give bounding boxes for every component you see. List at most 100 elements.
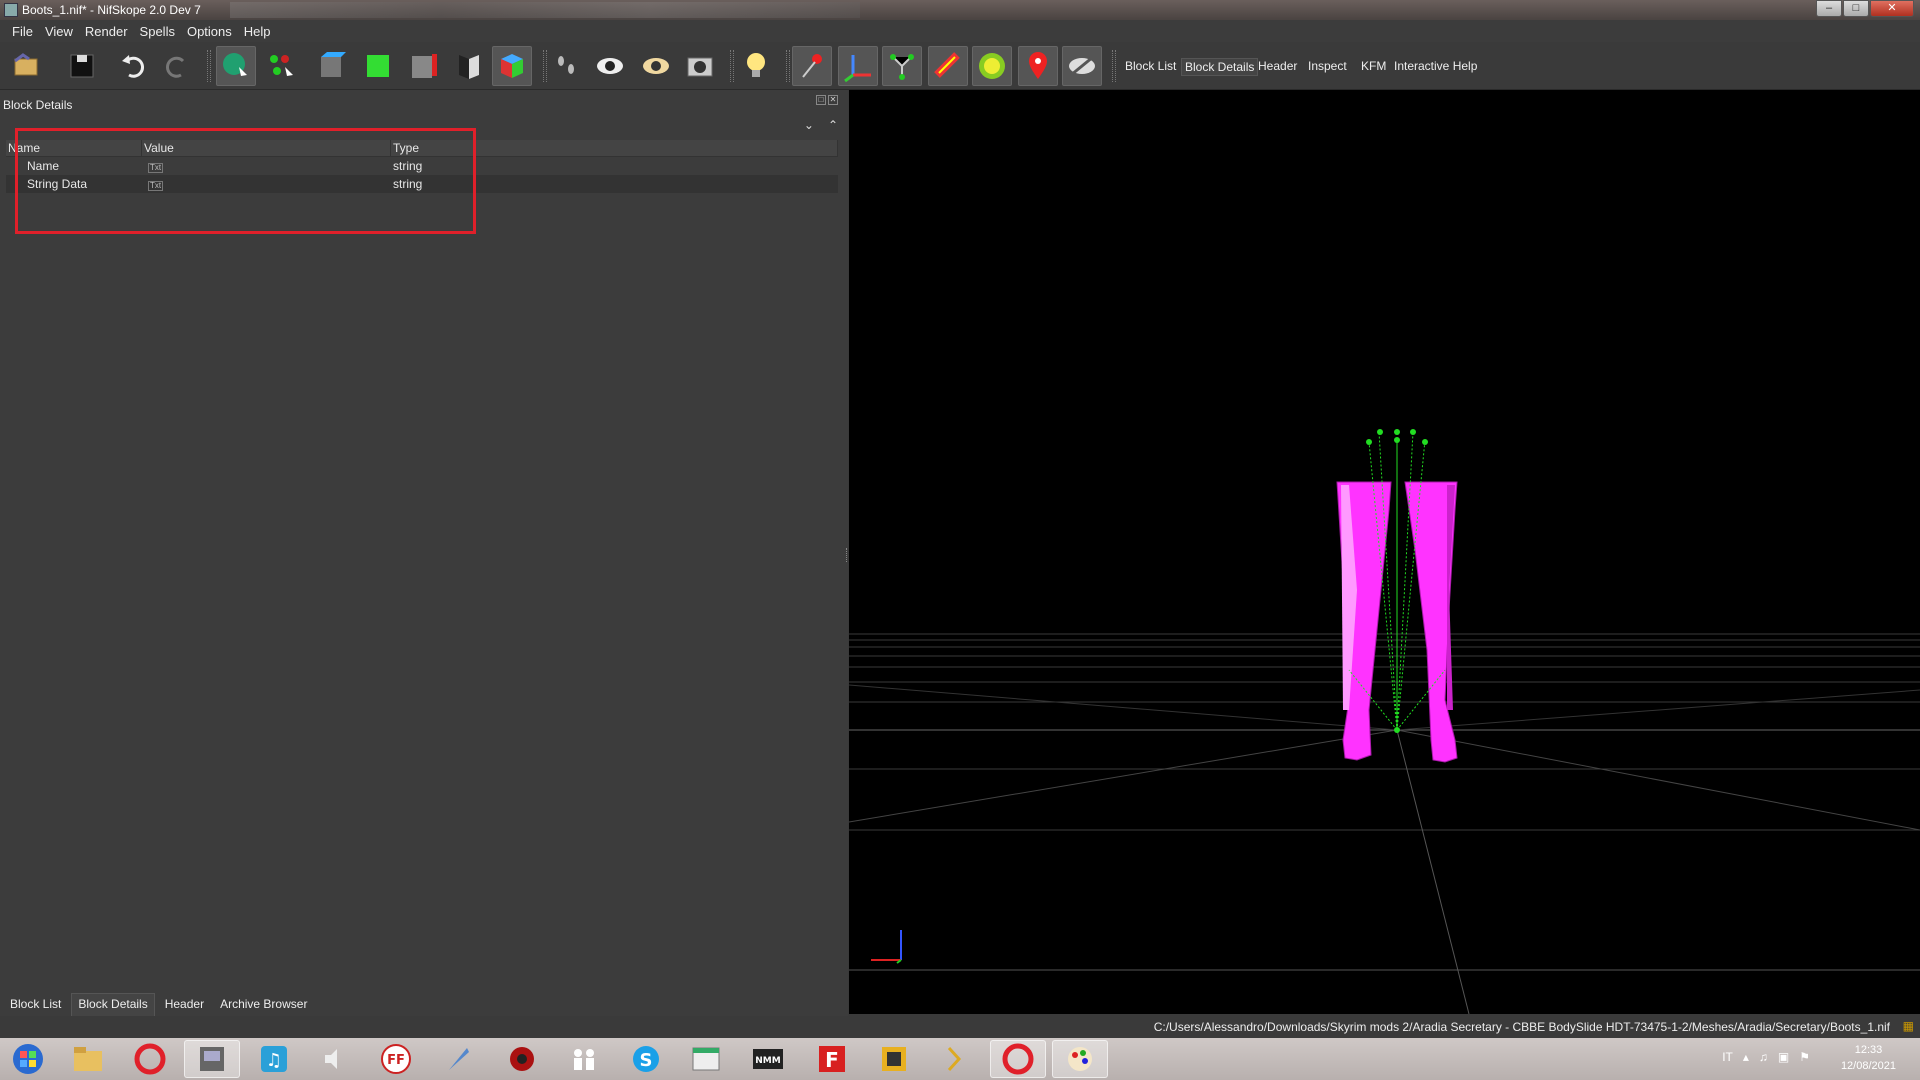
volume-icon[interactable]: ♫: [1759, 1050, 1768, 1064]
redo-icon[interactable]: [156, 46, 196, 86]
tab-archive-browser[interactable]: Archive Browser: [214, 994, 313, 1016]
scene-render: [849, 429, 1920, 1014]
tab-block-list[interactable]: Block List: [4, 994, 67, 1016]
constraints-icon[interactable]: [928, 46, 968, 86]
spider-icon[interactable]: [494, 1040, 550, 1078]
menu-help[interactable]: Help: [238, 24, 277, 39]
dock-link-header[interactable]: Header: [1255, 58, 1300, 74]
table-row[interactable]: String Data Txt string: [6, 175, 838, 193]
skype-icon[interactable]: S: [618, 1040, 674, 1078]
tab-header[interactable]: Header: [159, 994, 210, 1016]
dock-link-kfm[interactable]: KFM: [1358, 58, 1389, 74]
table-row[interactable]: Name Txt string: [6, 157, 838, 175]
app-icon[interactable]: [184, 1040, 240, 1078]
camera-icon[interactable]: [680, 46, 720, 86]
clock-time: 12:33: [1854, 1044, 1883, 1056]
3d-viewport[interactable]: [849, 90, 1920, 1014]
taskbar: ♫ FF S NMM F IT ▴ ♫ ▣ ⚑ 12:33 12/08/2021: [0, 1038, 1920, 1080]
load-icon[interactable]: [8, 46, 48, 86]
windows-start-icon[interactable]: [0, 1040, 56, 1078]
background-browser-tabs: [230, 2, 860, 18]
arrow-icon[interactable]: [926, 1040, 982, 1078]
f-icon[interactable]: F: [804, 1040, 860, 1078]
tab-block-details[interactable]: Block Details: [71, 993, 155, 1016]
undo-icon[interactable]: [114, 46, 154, 86]
select-vertex-icon[interactable]: [262, 46, 302, 86]
file-path: C:/Users/Alessandro/Downloads/Skyrim mod…: [1153, 1020, 1890, 1034]
select-object-icon[interactable]: [216, 46, 256, 86]
red-cube-icon[interactable]: [404, 46, 444, 86]
minimize-button[interactable]: –: [1816, 0, 1842, 17]
hidden-eye-icon[interactable]: [1062, 46, 1102, 86]
system-tray: IT ▴ ♫ ▣ ⚑: [1722, 1050, 1810, 1064]
paint-icon[interactable]: [1052, 1040, 1108, 1078]
file-icon: ▦: [1902, 1019, 1914, 1033]
text-type-icon: Txt: [148, 163, 164, 173]
pin-icon[interactable]: [792, 46, 832, 86]
maximize-button[interactable]: □: [1843, 0, 1869, 17]
clock[interactable]: 12:33 12/08/2021: [1841, 1042, 1896, 1074]
menu-file[interactable]: File: [6, 24, 39, 39]
table-header: Name Value Type: [6, 140, 838, 157]
collapse-all-icon[interactable]: ⌃: [828, 118, 838, 132]
dock-link-interactive-help[interactable]: Interactive Help: [1391, 58, 1480, 74]
menu-render[interactable]: Render: [79, 24, 134, 39]
row-name: Name: [27, 159, 60, 173]
axes-icon[interactable]: [838, 46, 878, 86]
save-icon[interactable]: [62, 46, 102, 86]
opera-active-icon[interactable]: [990, 1040, 1046, 1078]
flag-icon[interactable]: ⚑: [1799, 1050, 1810, 1064]
svg-text:S: S: [640, 1050, 653, 1071]
block-details-table: Name Value Type Name Txt string String D…: [6, 140, 838, 193]
flip-cube-icon[interactable]: [448, 46, 488, 86]
archive-icon[interactable]: [866, 1040, 922, 1078]
close-button[interactable]: ✕: [1870, 0, 1914, 17]
file-explorer-icon[interactable]: [60, 1040, 116, 1078]
nmm-icon[interactable]: NMM: [740, 1040, 796, 1078]
dock-tabs: Block List Block Details Header Archive …: [0, 988, 848, 1016]
expand-all-icon[interactable]: ⌄: [804, 118, 814, 132]
column-name[interactable]: Name: [6, 140, 142, 156]
menu-view[interactable]: View: [39, 24, 79, 39]
ffdec-icon[interactable]: FF: [368, 1040, 424, 1078]
dock-link-block-details[interactable]: Block Details: [1181, 58, 1259, 76]
status-bar: C:/Users/Alessandro/Downloads/Skyrim mod…: [0, 1016, 1920, 1038]
lightbulb-icon[interactable]: [736, 46, 776, 86]
title-bar: Boots_1.nif* - NifSkope 2.0 Dev 7 – □ ✕: [0, 0, 1920, 20]
window-icon[interactable]: [678, 1040, 734, 1078]
close-panel-button[interactable]: ✕: [828, 95, 838, 105]
menu-bar: File View Render Spells Options Help: [0, 20, 1920, 42]
language-indicator[interactable]: IT: [1722, 1050, 1733, 1064]
footprints-icon[interactable]: [546, 46, 586, 86]
green-cube-icon[interactable]: [358, 46, 398, 86]
music-icon[interactable]: ♫: [246, 1040, 302, 1078]
show-hidden-icons-icon[interactable]: ▴: [1743, 1050, 1749, 1064]
float-panel-button[interactable]: □: [816, 95, 826, 105]
nodes-icon[interactable]: [882, 46, 922, 86]
people-icon[interactable]: [556, 1040, 612, 1078]
svg-text:FF: FF: [387, 1053, 405, 1068]
dock-link-block-list[interactable]: Block List: [1122, 58, 1179, 74]
svg-text:NMM: NMM: [755, 1056, 780, 1066]
menu-options[interactable]: Options: [181, 24, 238, 39]
nifskope-icon: [4, 3, 18, 17]
opera-icon[interactable]: [122, 1040, 178, 1078]
window-title: Boots_1.nif* - NifSkope 2.0 Dev 7: [22, 3, 201, 17]
column-value[interactable]: Value: [142, 140, 391, 156]
block-details-panel: Block Details □ ✕ ⌄ ⌃ Name Value Type Na…: [0, 90, 848, 1016]
dock-link-inspect[interactable]: Inspect: [1305, 58, 1350, 74]
marker-icon[interactable]: [1018, 46, 1058, 86]
column-type[interactable]: Type: [391, 140, 838, 156]
menu-spells[interactable]: Spells: [134, 24, 181, 39]
text-type-icon: Txt: [148, 181, 164, 191]
eye-outline-icon[interactable]: [636, 46, 676, 86]
main-toolbar: Block List Block Details Header Inspect …: [0, 42, 1920, 90]
speaker-icon[interactable]: [306, 1040, 362, 1078]
eye-icon[interactable]: [590, 46, 630, 86]
color-cube-icon[interactable]: [492, 46, 532, 86]
panel-splitter[interactable]: [846, 548, 848, 562]
blue-cube-icon[interactable]: [312, 46, 352, 86]
network-icon[interactable]: ▣: [1778, 1050, 1789, 1064]
quill-icon[interactable]: [430, 1040, 486, 1078]
havok-icon[interactable]: [972, 46, 1012, 86]
